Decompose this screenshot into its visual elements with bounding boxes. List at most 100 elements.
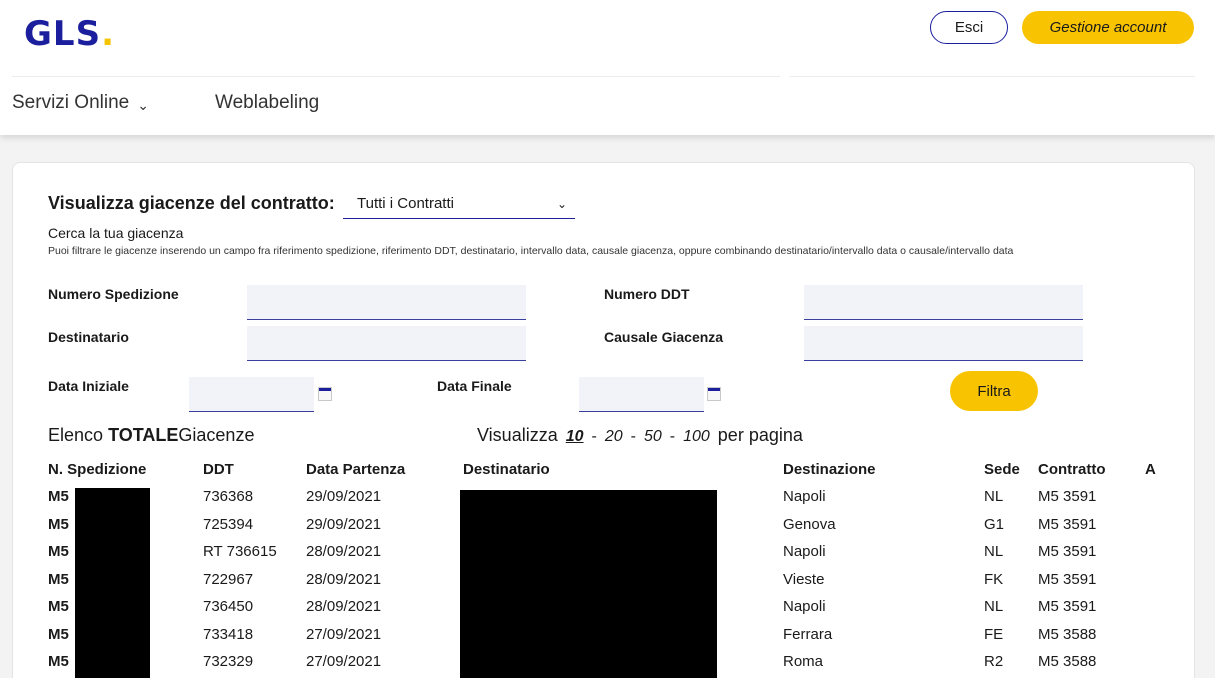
header-divider: [12, 76, 780, 77]
cell-spedizione: M5: [48, 598, 69, 615]
column-header-destinatario[interactable]: Destinatario: [463, 461, 550, 478]
cell-data-partenza: 28/09/2021: [306, 543, 382, 560]
cell-spedizione: M5: [48, 488, 69, 505]
cell-data-partenza: 28/09/2021: [306, 570, 382, 588]
cell-sede: NL: [984, 598, 1004, 615]
list-title-suffix: Giacenze: [178, 425, 255, 445]
gls-logo[interactable]: GLS.: [24, 14, 115, 54]
cell-destinazione: Genova: [783, 515, 836, 533]
separator: -: [630, 428, 636, 445]
list-title: Elenco TOTALEGiacenze: [48, 425, 254, 446]
cell-sede: FK: [984, 570, 1004, 588]
per-page-option-10[interactable]: 10: [566, 428, 584, 446]
cell-contratto: M5 3588: [1038, 653, 1097, 670]
cell-contratto: M5 3591: [1038, 570, 1097, 588]
cell-sede: R2: [984, 653, 1004, 670]
column-header-data-partenza[interactable]: Data Partenza: [306, 461, 405, 478]
contract-select-value: Tutti i Contratti: [357, 195, 454, 212]
cell-contratto: M5 3591: [1038, 598, 1097, 615]
contract-select[interactable]: Tutti i Contratti ⌄: [343, 189, 575, 219]
per-page-suffix: per pagina: [717, 425, 803, 445]
cell-data-partenza: 29/09/2021: [306, 515, 382, 533]
calendar-icon[interactable]: [318, 387, 332, 401]
cell-sede: NL: [984, 543, 1004, 560]
logout-button[interactable]: Esci: [930, 11, 1008, 44]
data-iniziale-label: Data Iniziale: [48, 378, 129, 394]
list-title-bold: TOTALE: [108, 425, 179, 445]
nav-servizi-online[interactable]: Servizi Online ⌄: [12, 92, 149, 114]
column-header-destinazione[interactable]: Destinazione: [783, 461, 876, 478]
cell-ddt: 733418: [203, 625, 254, 643]
per-page-option-100[interactable]: 100: [683, 428, 710, 446]
cell-spedizione: M5: [48, 625, 69, 643]
cell-destinazione: Napoli: [783, 598, 826, 615]
cell-spedizione: M5: [48, 515, 69, 533]
data-iniziale-input[interactable]: [189, 377, 314, 412]
cell-contratto: M5 3591: [1038, 488, 1097, 505]
separator: -: [669, 428, 676, 445]
search-subtitle: Cerca la tua giacenza: [48, 225, 184, 241]
cell-ddt: 736368: [203, 488, 254, 505]
cell-data-partenza: 27/09/2021: [306, 625, 382, 643]
cell-contratto: M5 3591: [1038, 543, 1097, 560]
cell-destinazione: Vieste: [783, 570, 825, 588]
contract-select-label: Visualizza giacenze del contratto:: [48, 193, 335, 213]
causale-giacenza-label: Causale Giacenza: [604, 329, 724, 345]
numero-spedizione-input[interactable]: [247, 285, 526, 320]
cell-spedizione: M5: [48, 653, 69, 670]
cell-sede: FE: [984, 625, 1004, 643]
logout-label: Esci: [954, 19, 984, 36]
destinatario-label: Destinatario: [48, 329, 129, 345]
per-page-option-20[interactable]: 20: [605, 428, 623, 446]
cell-destinazione: Napoli: [783, 488, 826, 505]
column-header-ddt[interactable]: DDT: [203, 461, 234, 478]
data-finale-label: Data Finale: [437, 378, 512, 394]
chevron-down-icon: ⌄: [556, 197, 567, 211]
causale-giacenza-input[interactable]: [804, 326, 1083, 361]
top-header: GLS. Esci Gestione account Servizi Onlin…: [0, 0, 1215, 135]
cell-spedizione: M5: [48, 570, 69, 588]
cell-destinazione: Roma: [783, 653, 824, 670]
cell-sede: G1: [984, 515, 1005, 533]
list-title-prefix: Elenco: [48, 425, 104, 445]
per-page-prefix: Visualizza: [477, 425, 558, 445]
cell-ddt: 736450: [203, 598, 254, 615]
cell-ddt: 725394: [203, 515, 254, 533]
calendar-icon[interactable]: [707, 387, 721, 401]
cell-ddt: 732329: [203, 653, 254, 670]
numero-ddt-input[interactable]: [804, 285, 1083, 320]
per-page-selector: Visualizza 10 - 20 - 50 - 100 per pagina: [477, 425, 803, 446]
account-label: Gestione account: [1049, 19, 1167, 36]
giacenze-card: Visualizza giacenze del contratto: Tutti…: [12, 162, 1195, 678]
cell-destinazione: Napoli: [783, 543, 826, 560]
cell-ddt: RT 736615: [203, 543, 277, 560]
account-management-button[interactable]: Gestione account: [1022, 11, 1194, 44]
nav-label: Weblabeling: [215, 92, 320, 113]
destinatario-input[interactable]: [247, 326, 526, 361]
search-hint: Puoi filtrare le giacenze inserendo un c…: [48, 245, 1014, 257]
redacted-destinatario: [460, 490, 717, 678]
cell-ddt: 722967: [203, 570, 254, 588]
cell-destinazione: Ferrara: [783, 625, 833, 643]
filter-button[interactable]: Filtra: [950, 371, 1038, 411]
per-page-option-50[interactable]: 50: [644, 428, 662, 446]
redacted-spedizione: [75, 488, 150, 678]
column-header-spedizione[interactable]: N. Spedizione: [48, 461, 146, 478]
cell-contratto: M5 3591: [1038, 515, 1097, 533]
header-divider: [790, 76, 1195, 77]
column-header-sede[interactable]: Sede: [984, 461, 1020, 478]
logo-dot: .: [101, 14, 115, 54]
cell-data-partenza: 27/09/2021: [306, 653, 382, 670]
filter-button-label: Filtra: [977, 382, 1011, 400]
column-header-a[interactable]: A: [1145, 461, 1156, 478]
numero-spedizione-label: Numero Spedizione: [48, 286, 179, 302]
cell-contratto: M5 3588: [1038, 625, 1097, 643]
data-finale-input[interactable]: [579, 377, 704, 412]
nav-weblabeling[interactable]: Weblabeling: [215, 92, 319, 114]
separator: -: [591, 428, 597, 445]
chevron-down-icon: ⌄: [137, 96, 149, 113]
logo-text: GLS: [24, 14, 102, 54]
cell-data-partenza: 29/09/2021: [306, 488, 382, 505]
column-header-contratto[interactable]: Contratto: [1038, 461, 1106, 478]
numero-ddt-label: Numero DDT: [604, 286, 690, 302]
